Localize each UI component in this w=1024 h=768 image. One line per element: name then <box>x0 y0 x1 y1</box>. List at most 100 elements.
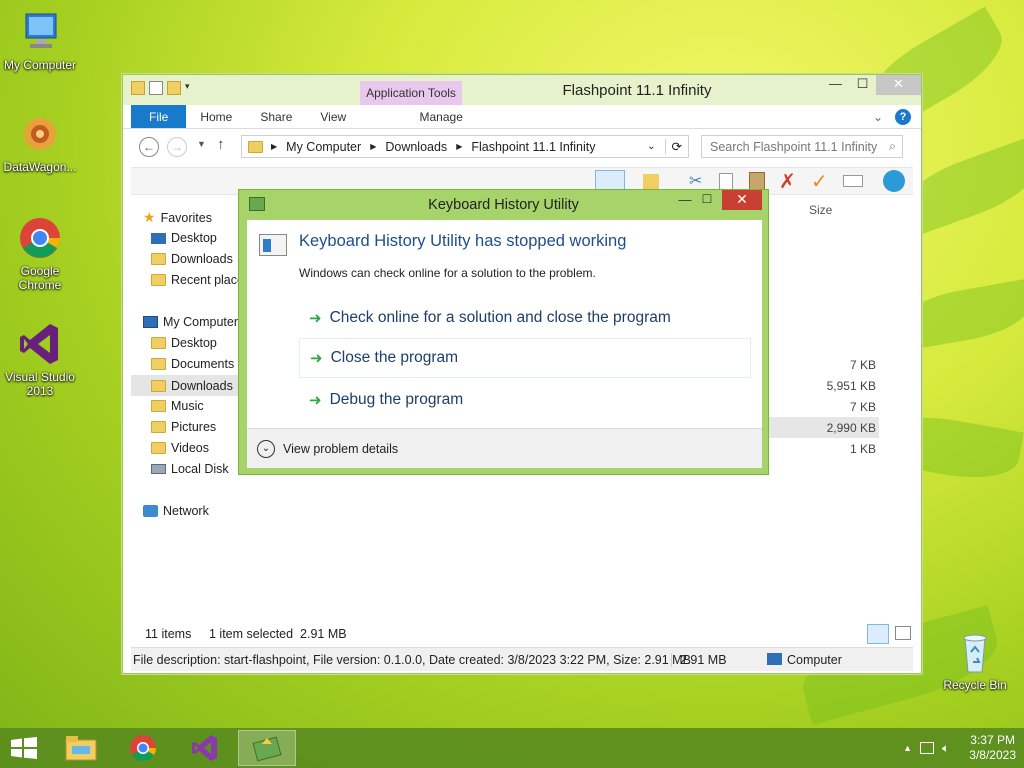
desktop-icon-datawagon[interactable]: DataWagon... <box>0 110 80 174</box>
search-input[interactable]: Search Flashpoint 11.1 Infinity ⌕ <box>701 135 903 158</box>
nav-network[interactable]: Network <box>143 504 209 518</box>
volume-icon[interactable]: 🔈︎ <box>942 741 949 756</box>
large-icons-view-icon[interactable] <box>895 626 911 640</box>
refresh-icon[interactable]: ⟳ <box>664 139 688 154</box>
nav-label: Favorites <box>160 210 212 225</box>
debug-program-option[interactable]: ➜ Debug the program <box>299 380 751 420</box>
nav-label: Desktop <box>171 336 217 350</box>
tab-share[interactable]: Share <box>246 105 306 128</box>
error-window-icon <box>259 234 287 256</box>
desktop-icon-visual-studio[interactable]: Visual Studio 2013 <box>0 320 80 398</box>
check-icon[interactable]: ✓ <box>811 169 828 194</box>
address-dropdown-icon[interactable]: ⌄ <box>647 141 655 152</box>
recent-locations-icon[interactable]: ▼ <box>197 139 206 149</box>
search-icon: ⌕ <box>888 139 896 153</box>
taskbar-file-explorer[interactable] <box>52 730 110 766</box>
option-label: Close the program <box>330 349 459 366</box>
desktop-icon-label: My Computer <box>3 58 77 72</box>
desktop-icon-my-computer[interactable]: My Computer <box>0 8 80 72</box>
forward-button[interactable]: → <box>167 137 187 157</box>
tab-view[interactable]: View <box>306 105 360 128</box>
breadcrumb-downloads[interactable]: Downloads <box>385 140 447 154</box>
minimize-button[interactable]: — <box>674 192 696 207</box>
nav-label: Videos <box>171 441 209 455</box>
details-view-icon[interactable] <box>867 624 889 644</box>
dialog-heading: Keyboard History Utility has stopped wor… <box>299 232 627 250</box>
nav-videos[interactable]: Videos <box>151 441 209 455</box>
start-button[interactable] <box>10 737 38 759</box>
breadcrumb-my-computer[interactable]: My Computer <box>286 140 361 154</box>
status-bar: 11 items 1 item selected 2.91 MB <box>131 624 913 646</box>
network-icon <box>143 505 158 517</box>
minimize-button[interactable]: — <box>822 75 849 95</box>
arrow-right-icon: ➜ <box>310 350 323 367</box>
chevron-down-icon[interactable]: ⌄ <box>257 439 275 458</box>
desktop-folder-icon <box>151 337 166 349</box>
app-icon <box>252 736 282 762</box>
computer-icon <box>767 653 782 665</box>
tab-manage[interactable]: Manage <box>390 105 493 128</box>
desktop-icon-label: Recycle Bin <box>943 678 1007 692</box>
breadcrumb-flashpoint[interactable]: Flashpoint 11.1 Infinity <box>471 140 595 154</box>
desktop-icon-google-chrome[interactable]: Google Chrome <box>0 214 80 292</box>
disk-icon <box>151 464 166 474</box>
windows-logo-icon <box>11 737 37 759</box>
nav-downloads[interactable]: Downloads <box>131 375 241 396</box>
expand-ribbon-icon[interactable]: ⌄ <box>873 110 883 124</box>
tab-file[interactable]: File <box>131 105 187 128</box>
delete-icon[interactable]: ✗ <box>779 169 796 194</box>
up-button[interactable]: ↑ <box>217 136 225 153</box>
tab-home[interactable]: Home <box>186 105 246 128</box>
item-count: 11 items <box>145 627 192 641</box>
close-button[interactable]: ✕ <box>722 190 762 210</box>
dialog-body: Keyboard History Utility has stopped wor… <box>247 220 762 468</box>
computer-icon <box>143 316 158 328</box>
nav-desktop[interactable]: Desktop <box>151 336 217 350</box>
view-problem-details-link[interactable]: View problem details <box>283 442 398 456</box>
nav-fav-desktop[interactable]: Desktop <box>151 231 217 245</box>
maximize-button[interactable]: ☐ <box>696 192 718 206</box>
desktop-icon <box>151 232 166 244</box>
explorer-title-bar[interactable]: ▾ Application Tools Flashpoint 11.1 Infi… <box>123 75 921 105</box>
nav-documents[interactable]: Documents <box>151 357 234 371</box>
copy-icon[interactable] <box>719 173 733 190</box>
nav-music[interactable]: Music <box>151 399 204 413</box>
nav-fav-recent-places[interactable]: Recent places <box>151 273 250 287</box>
nav-pictures[interactable]: Pictures <box>151 420 216 434</box>
recycle-bin-icon <box>951 628 999 676</box>
maximize-button[interactable]: ☐ <box>849 75 876 95</box>
computer-icon <box>16 8 64 56</box>
check-online-option[interactable]: ➜ Check online for a solution and close … <box>299 298 751 338</box>
select-icon[interactable] <box>643 174 659 190</box>
error-dialog[interactable]: Keyboard History Utility — ☐ ✕ Keyboard … <box>238 189 769 475</box>
desktop-icon-label: Google Chrome <box>18 264 62 292</box>
close-button[interactable]: ✕ <box>876 75 921 95</box>
column-header-size[interactable]: Size <box>809 203 832 217</box>
nav-my-computer[interactable]: My Computer <box>143 315 238 329</box>
back-button[interactable]: ← <box>139 137 159 157</box>
chrome-icon <box>16 214 64 262</box>
close-program-option[interactable]: ➜ Close the program <box>299 338 751 378</box>
desktop-icon-recycle-bin[interactable]: Recycle Bin <box>935 628 1015 692</box>
desktop-icon-label: Visual Studio 2013 <box>5 370 75 398</box>
videos-folder-icon <box>151 442 166 454</box>
nav-local-disk[interactable]: Local Disk <box>151 462 229 476</box>
help-icon[interactable]: ? <box>895 109 911 125</box>
globe-icon[interactable] <box>883 170 905 192</box>
taskbar-visual-studio[interactable] <box>176 730 234 766</box>
show-hidden-icons-icon[interactable]: ▲ <box>903 743 912 753</box>
clock[interactable]: 3:37 PM 3/8/2023 <box>969 733 1016 763</box>
taskbar-keyboard-history-utility[interactable] <box>238 730 296 766</box>
datawagon-icon <box>16 110 64 158</box>
nav-label: Network <box>163 504 209 518</box>
network-icon[interactable] <box>920 742 935 754</box>
cut-icon[interactable]: ✂ <box>689 171 702 191</box>
nav-favorites[interactable]: ★ Favorites <box>143 209 212 226</box>
address-bar[interactable]: ▶ My Computer ▶ Downloads ▶ Flashpoint 1… <box>241 135 689 158</box>
rename-icon[interactable] <box>843 175 863 187</box>
clock-date: 3/8/2023 <box>969 748 1016 762</box>
nav-fav-downloads[interactable]: Downloads <box>151 252 233 266</box>
arrow-right-icon: ➜ <box>309 392 322 409</box>
paste-icon[interactable] <box>749 172 765 190</box>
taskbar-chrome[interactable] <box>114 730 172 766</box>
